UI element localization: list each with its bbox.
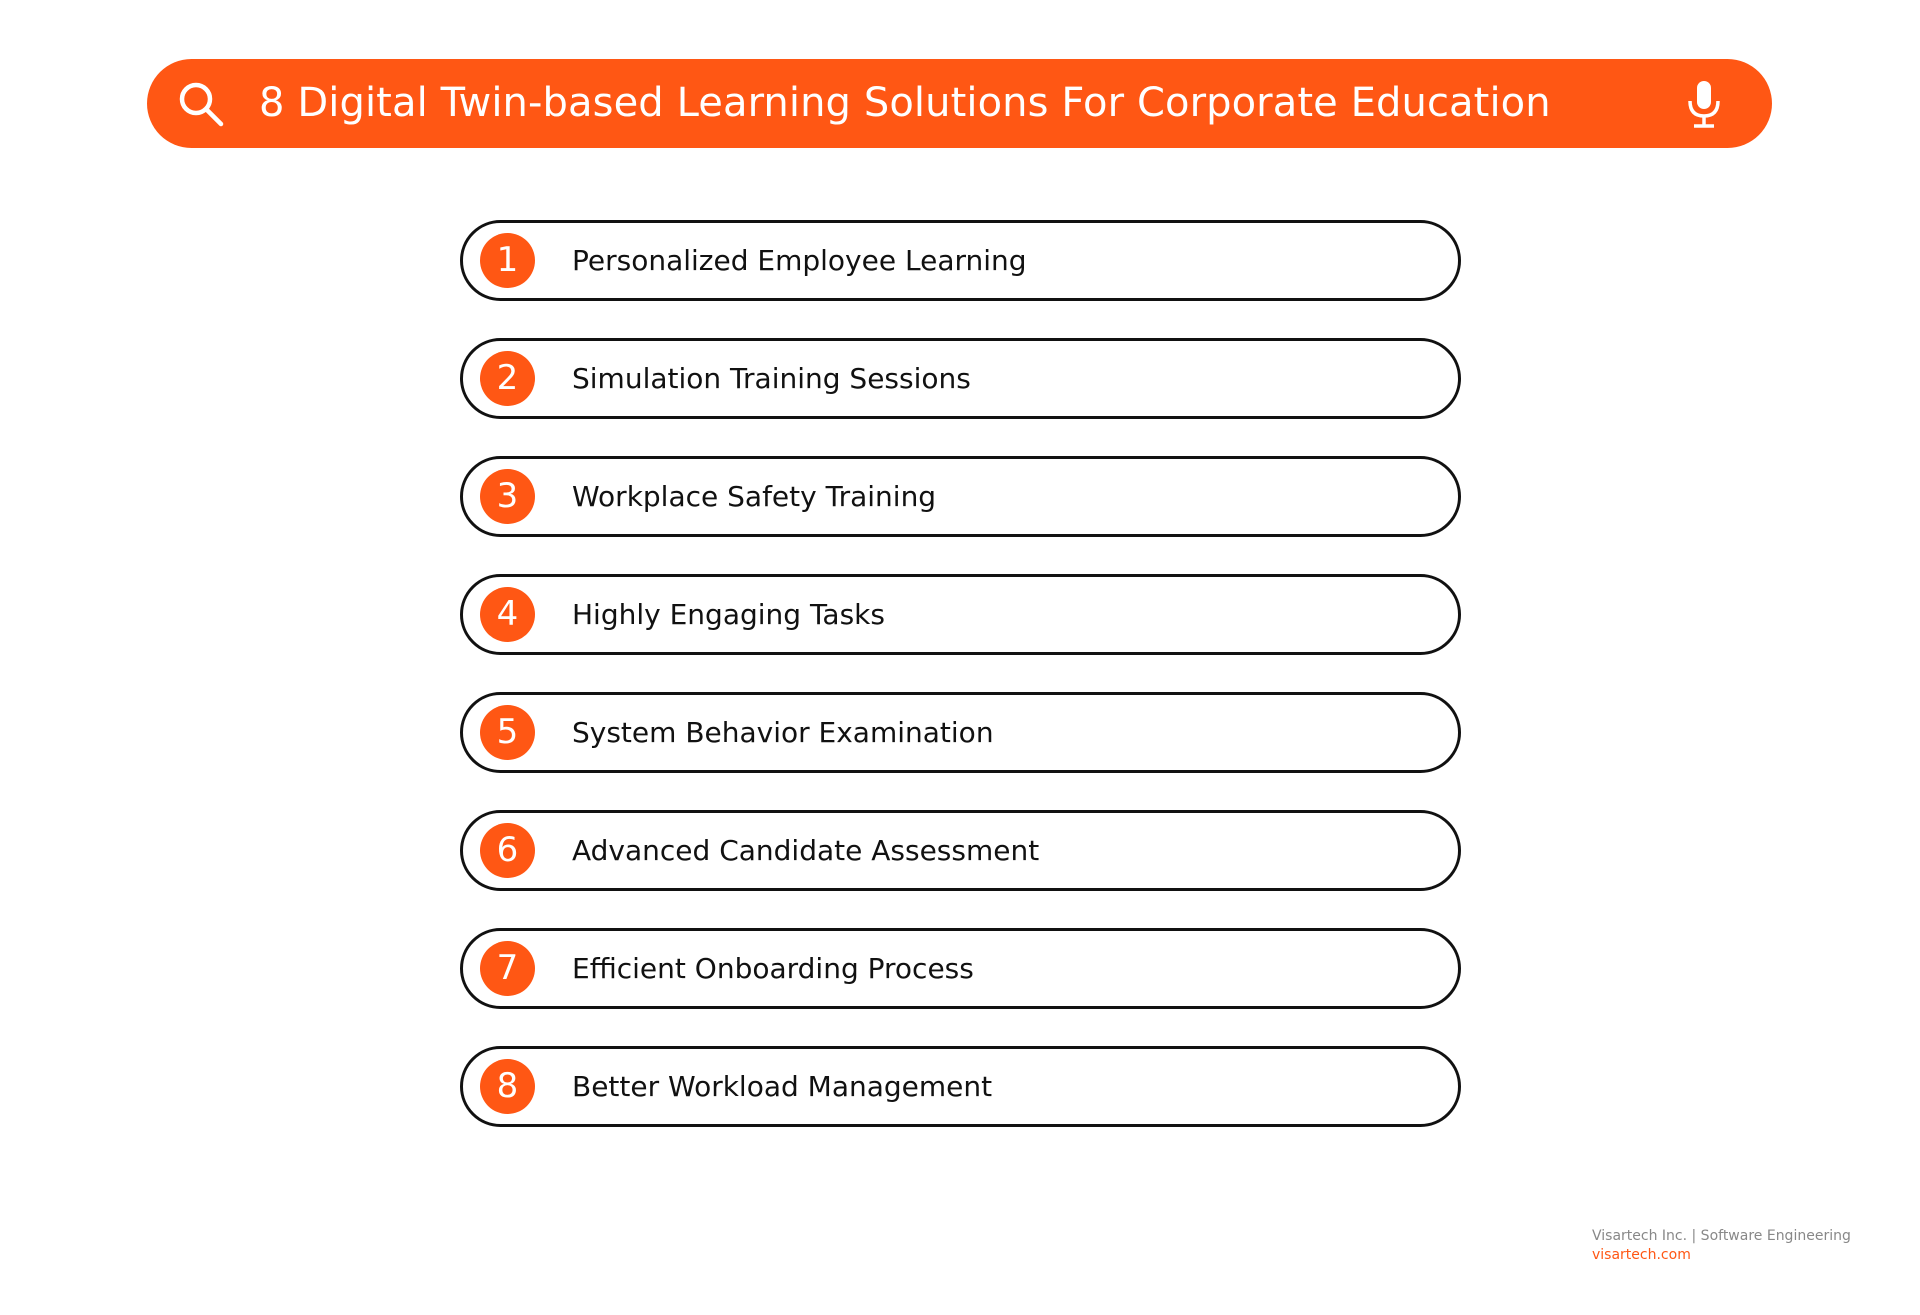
number-badge: 8 [480,1059,535,1114]
list-item: 4 Highly Engaging Tasks [460,574,1461,655]
list-item-label: Highly Engaging Tasks [572,598,885,631]
number-badge: 5 [480,705,535,760]
list-item-label: Efficient Onboarding Process [572,952,974,985]
number-badge: 4 [480,587,535,642]
list-item: 5 System Behavior Examination [460,692,1461,773]
number-badge: 6 [480,823,535,878]
footer-company: Visartech Inc. | Software Engineering [1592,1228,1851,1244]
list-item-label: Better Workload Management [572,1070,993,1103]
list-item: 7 Efficient Onboarding Process [460,928,1461,1009]
list-item: 2 Simulation Training Sessions [460,338,1461,419]
page-title: 8 Digital Twin-based Learning Solutions … [259,80,1551,126]
footer: Visartech Inc. | Software Engineering vi… [1592,1227,1851,1265]
number-badge: 3 [480,469,535,524]
list-item-label: Advanced Candidate Assessment [572,834,1040,867]
list-item-label: Personalized Employee Learning [572,244,1027,277]
number-badge: 2 [480,351,535,406]
list-item: 3 Workplace Safety Training [460,456,1461,537]
list-item: 1 Personalized Employee Learning [460,220,1461,301]
list-item: 8 Better Workload Management [460,1046,1461,1127]
number-badge: 1 [480,233,535,288]
list-item-label: Workplace Safety Training [572,480,937,513]
list-item: 6 Advanced Candidate Assessment [460,810,1461,891]
number-badge: 7 [480,941,535,996]
list-item-label: System Behavior Examination [572,716,994,749]
footer-website-link[interactable]: visartech.com [1592,1246,1851,1265]
search-icon[interactable] [176,79,226,129]
microphone-icon[interactable] [1684,79,1724,129]
list-item-label: Simulation Training Sessions [572,362,971,395]
search-bar[interactable]: 8 Digital Twin-based Learning Solutions … [147,59,1772,148]
